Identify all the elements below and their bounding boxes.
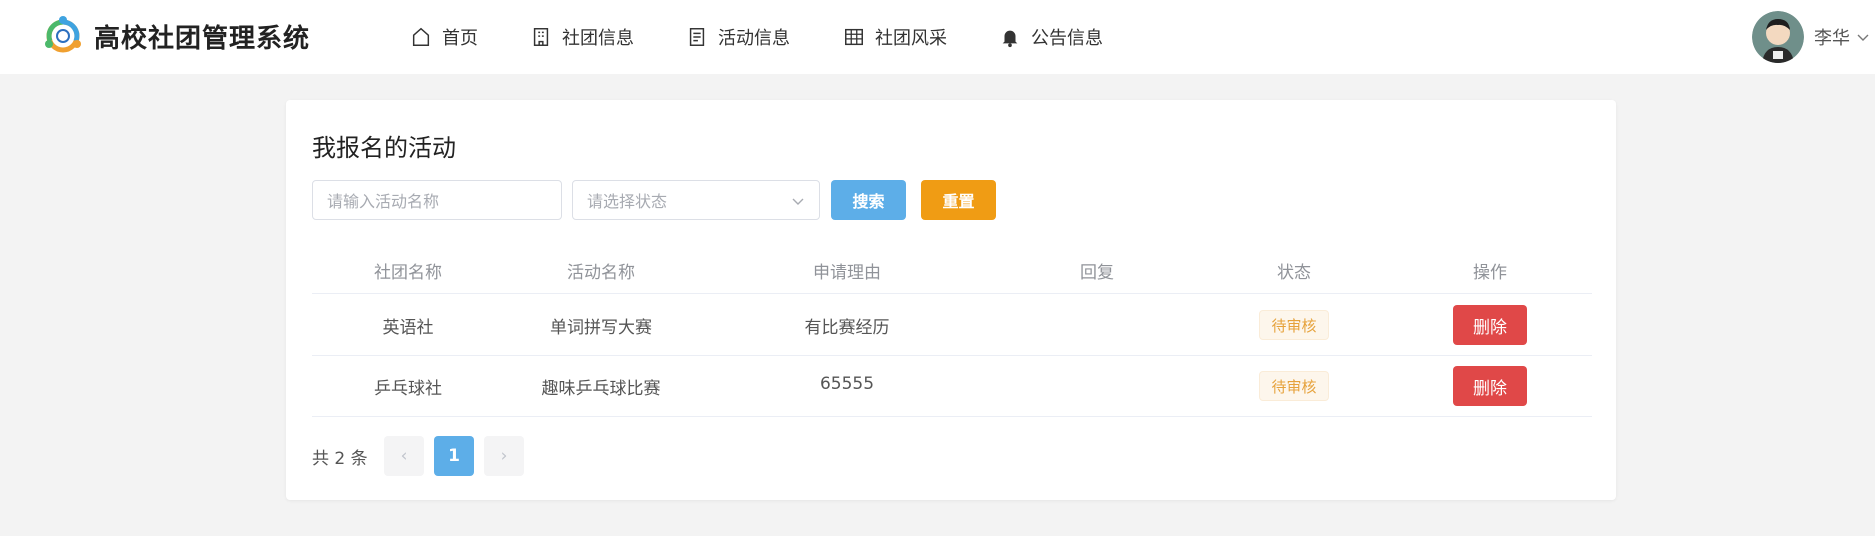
home-icon bbox=[412, 27, 430, 46]
nav-label: 公告信息 bbox=[1031, 28, 1103, 49]
cell-club: 英语社 bbox=[382, 318, 434, 338]
cell-reason: 65555 bbox=[819, 374, 875, 394]
building-icon bbox=[533, 28, 549, 46]
page-number-button[interactable]: 1 bbox=[434, 436, 474, 476]
status-select[interactable]: 请选择状态 bbox=[572, 180, 820, 220]
column-header-reason: 申请理由 bbox=[813, 263, 881, 283]
nav-item-club-showcase[interactable]: 社团风采 bbox=[843, 22, 947, 52]
document-icon bbox=[689, 28, 705, 46]
nav-item-club-info[interactable]: 社团信息 bbox=[530, 22, 634, 52]
top-header: 高校社团管理系统 首页 社团信息 活动信息 社团风采 公告信息 李华 bbox=[0, 0, 1875, 74]
delete-button[interactable]: 删除 bbox=[1453, 305, 1527, 345]
main-card: 我报名的活动 请输入活动名称 请选择状态 搜索 重置 社团名称 活动名称 申请理… bbox=[286, 100, 1616, 500]
cell-activity: 趣味乒乓球比赛 bbox=[541, 379, 661, 399]
column-header-activity: 活动名称 bbox=[567, 263, 635, 283]
table-divider bbox=[312, 416, 1592, 417]
nav-label: 社团信息 bbox=[562, 28, 634, 49]
reset-button[interactable]: 重置 bbox=[921, 180, 996, 220]
column-header-action: 操作 bbox=[1473, 263, 1507, 283]
chevron-down-icon bbox=[792, 198, 804, 205]
nav-item-home[interactable]: 首页 bbox=[410, 22, 478, 52]
search-button[interactable]: 搜索 bbox=[831, 180, 906, 220]
nav-label: 社团风采 bbox=[875, 28, 947, 49]
user-name: 李华 bbox=[1814, 28, 1850, 49]
table-divider bbox=[312, 355, 1592, 356]
nav-item-announcements[interactable]: 公告信息 bbox=[999, 22, 1103, 52]
app-logo-icon bbox=[45, 16, 81, 53]
avatar bbox=[1752, 11, 1804, 63]
user-menu[interactable]: 李华 bbox=[1752, 11, 1870, 63]
nav-item-activity-info[interactable]: 活动信息 bbox=[686, 22, 790, 52]
status-badge: 待审核 bbox=[1259, 371, 1329, 401]
delete-button[interactable]: 删除 bbox=[1453, 366, 1527, 406]
pagination-total: 共 2 条 bbox=[312, 449, 368, 469]
cell-club: 乒乓球社 bbox=[374, 379, 442, 399]
chevron-down-icon bbox=[1857, 34, 1869, 41]
nav-label: 首页 bbox=[442, 28, 478, 49]
app-title: 高校社团管理系统 bbox=[94, 24, 311, 54]
activity-name-input[interactable]: 请输入活动名称 bbox=[312, 180, 562, 220]
cell-activity: 单词拼写大赛 bbox=[550, 318, 652, 338]
status-badge: 待审核 bbox=[1259, 310, 1329, 340]
column-header-reply: 回复 bbox=[1080, 263, 1114, 283]
next-page-button[interactable]: › bbox=[484, 436, 524, 476]
cell-reason: 有比赛经历 bbox=[804, 318, 890, 338]
status-select-placeholder: 请选择状态 bbox=[587, 192, 668, 211]
page-title: 我报名的活动 bbox=[312, 134, 456, 162]
table-divider bbox=[312, 293, 1592, 294]
prev-page-button[interactable]: ‹ bbox=[384, 436, 424, 476]
column-header-status: 状态 bbox=[1277, 263, 1311, 283]
nav-label: 活动信息 bbox=[718, 28, 790, 49]
column-header-club: 社团名称 bbox=[374, 263, 442, 283]
grid-icon bbox=[845, 28, 863, 46]
bell-icon bbox=[1002, 30, 1018, 48]
